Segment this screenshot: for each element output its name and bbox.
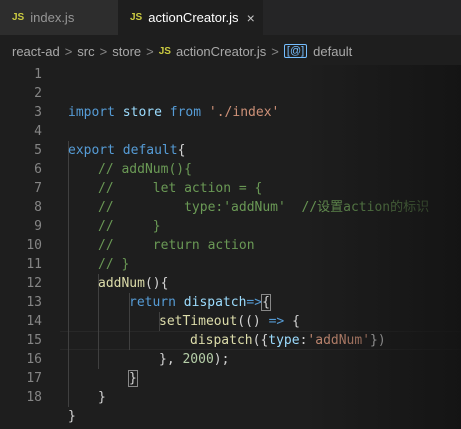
line-number: 1	[34, 67, 42, 82]
line-number: 7	[34, 181, 42, 196]
breadcrumb-item-react-ad[interactable]: react-ad	[12, 44, 60, 59]
line-number: 14	[26, 314, 42, 329]
breadcrumb-item-store[interactable]: store	[112, 44, 141, 59]
close-icon[interactable]: ×	[247, 10, 255, 26]
chevron-right-icon: >	[99, 43, 108, 59]
line-number: 3	[34, 105, 42, 120]
line-number: 17	[26, 371, 42, 386]
code-editor[interactable]: 1 2 import store from './index' 3 4 expo…	[0, 65, 461, 429]
breadcrumb-item-file[interactable]: actionCreator.js	[176, 44, 266, 59]
line-number: 13	[26, 295, 42, 310]
javascript-file-icon: JS	[12, 12, 25, 23]
tab-label: actionCreator.js	[148, 10, 239, 25]
line-number: 5	[34, 143, 42, 158]
chevron-right-icon: >	[64, 43, 73, 59]
tab-actioncreator-js[interactable]: JS actionCreator.js ×	[118, 0, 263, 35]
javascript-file-icon: JS	[158, 45, 171, 57]
chevron-right-icon: >	[271, 43, 279, 59]
line-number: 6	[34, 162, 42, 177]
tab-bar: JS index.js JS actionCreator.js ×	[0, 0, 461, 35]
line-number: 9	[34, 219, 42, 234]
breadcrumb-item-symbol[interactable]: default	[313, 44, 352, 59]
line-number: 8	[34, 200, 42, 215]
tab-label: index.js	[30, 10, 75, 25]
line-number: 10	[26, 238, 42, 253]
tab-index-js[interactable]: JS index.js	[0, 0, 118, 35]
line-number: 18	[26, 390, 42, 405]
line-number: 16	[26, 352, 42, 367]
symbol-variable-icon: [@]	[283, 44, 308, 58]
line-number: 12	[26, 276, 42, 291]
breadcrumb-item-src[interactable]: src	[77, 44, 94, 59]
line-number: 15	[26, 333, 42, 348]
javascript-file-icon: JS	[130, 12, 143, 23]
line-number: 2	[34, 86, 42, 101]
chevron-right-icon: >	[146, 43, 154, 59]
code-line: }	[68, 409, 76, 424]
breadcrumb: react-ad > src > store > JS actionCreato…	[0, 37, 461, 65]
line-number: 11	[26, 257, 42, 272]
line-number: 4	[34, 124, 42, 139]
